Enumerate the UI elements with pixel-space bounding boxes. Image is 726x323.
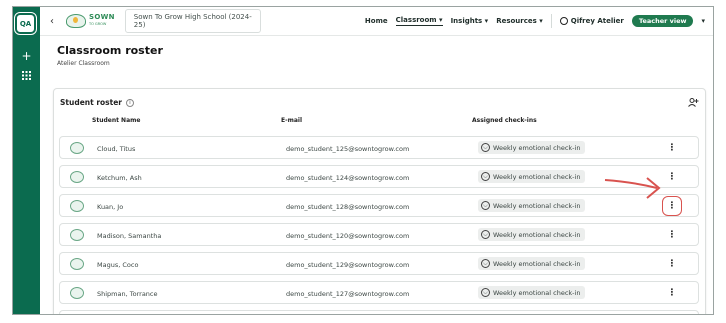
row-menu-kebab-icon[interactable]: ⋮ [666, 229, 678, 241]
roster-heading: Student roster i [60, 98, 135, 107]
student-email: demo_student_120@sowntogrow.com [286, 232, 410, 240]
column-header-email: E-mail [281, 117, 303, 124]
student-avatar [70, 258, 84, 270]
student-email: demo_student_125@sowntogrow.com [286, 145, 410, 153]
student-name: Cloud, Titus [97, 145, 136, 153]
add-group-icon[interactable] [688, 98, 699, 109]
top-navigation: ‹ SOWN TO GROW Sown To Grow High School … [40, 7, 713, 36]
back-chevron-icon[interactable]: ‹ [40, 16, 64, 27]
column-header-name: Student Name [92, 117, 141, 124]
checkin-chip[interactable]: ◡ Weekly emotional check-in [478, 286, 586, 299]
user-icon [559, 17, 568, 25]
checkin-label: Weekly emotional check-in [493, 143, 581, 152]
smiley-icon: ◡ [481, 172, 490, 181]
smiley-icon: ◡ [481, 259, 490, 268]
row-menu-kebab-icon[interactable]: ⋮ [666, 287, 678, 299]
page-subtitle: Atelier Classroom [57, 60, 110, 67]
student-name: Madison, Samantha [97, 232, 162, 240]
smiley-icon: ◡ [481, 201, 490, 210]
checkin-label: Weekly emotional check-in [493, 172, 581, 181]
logo-icon [66, 14, 86, 28]
main-nav: Home Classroom ▾ Insights ▾ Resources ▾ … [365, 14, 713, 28]
app-window: QA + ‹ SOWN TO GROW Sown To Grow High Sc… [12, 6, 714, 315]
user-name: Qifrey Atelier [570, 17, 624, 25]
checkin-label: Weekly emotional check-in [493, 259, 581, 268]
checkin-chip[interactable]: ◡ Weekly emotional check-in [478, 199, 586, 212]
student-avatar [70, 287, 84, 299]
student-avatar [70, 142, 84, 154]
row-menu-kebab-icon[interactable]: ⋮ [666, 142, 678, 154]
nav-insights[interactable]: Insights ▾ [451, 17, 489, 25]
student-email: demo_student_128@sowntogrow.com [286, 203, 410, 211]
nav-home[interactable]: Home [365, 17, 388, 25]
checkin-label: Weekly emotional check-in [493, 230, 581, 239]
student-email: demo_student_127@sowntogrow.com [286, 290, 410, 298]
checkin-label: Weekly emotional check-in [493, 288, 581, 297]
nav-resources[interactable]: Resources ▾ [496, 17, 543, 25]
nav-classroom[interactable]: Classroom ▾ [395, 16, 443, 26]
column-header-checkins: Assigned check-ins [472, 117, 537, 124]
student-name: Ketchum, Ash [97, 174, 142, 182]
row-menu-kebab-icon[interactable]: ⋮ [666, 171, 678, 183]
user-menu[interactable]: Qifrey Atelier [559, 17, 624, 25]
student-name: Shipman, Torrance [97, 290, 158, 298]
grid-icon[interactable] [19, 68, 34, 83]
table-row-partial[interactable] [59, 310, 699, 314]
checkin-label: Weekly emotional check-in [493, 201, 581, 210]
table-row[interactable]: Shipman, Torrance demo_student_127@sownt… [59, 281, 699, 304]
student-name: Magus, Coco [97, 261, 139, 269]
plus-icon[interactable]: + [19, 48, 34, 63]
smiley-icon: ◡ [481, 288, 490, 297]
student-email: demo_student_124@sowntogrow.com [286, 174, 410, 182]
student-avatar [70, 229, 84, 241]
student-avatar [70, 200, 84, 212]
smiley-icon: ◡ [481, 143, 490, 152]
chevron-down-icon[interactable]: ▾ [701, 17, 705, 25]
org-avatar[interactable]: QA [14, 12, 37, 35]
left-rail: QA + [13, 7, 40, 314]
roster-heading-text: Student roster [60, 98, 123, 107]
smiley-icon: ◡ [481, 230, 490, 239]
checkin-chip[interactable]: ◡ Weekly emotional check-in [478, 257, 586, 270]
student-avatar [70, 171, 84, 183]
nav-divider [550, 14, 552, 28]
checkin-chip[interactable]: ◡ Weekly emotional check-in [478, 141, 586, 154]
student-name: Kuan, Jo [97, 203, 124, 211]
page-title: Classroom roster [57, 44, 163, 57]
row-menu-kebab-icon-highlighted[interactable]: ⋮ [662, 196, 682, 216]
table-row[interactable]: Magus, Coco demo_student_129@sowntogrow.… [59, 252, 699, 275]
info-icon[interactable]: i [126, 98, 135, 107]
logo-main-text: SOWN [89, 13, 115, 21]
school-selector[interactable]: Sown To Grow High School (2024-25) [124, 9, 261, 33]
sown-to-grow-logo[interactable]: SOWN TO GROW [66, 14, 115, 28]
table-row[interactable]: Cloud, Titus demo_student_125@sowntogrow… [59, 136, 699, 159]
checkin-chip[interactable]: ◡ Weekly emotional check-in [478, 228, 586, 241]
logo-sub-text: TO GROW [89, 22, 107, 26]
annotation-arrow-icon [604, 177, 661, 199]
student-email: demo_student_129@sowntogrow.com [286, 261, 410, 269]
teacher-view-button[interactable]: Teacher view [631, 15, 694, 27]
row-menu-kebab-icon[interactable]: ⋮ [666, 258, 678, 270]
checkin-chip[interactable]: ◡ Weekly emotional check-in [478, 170, 586, 183]
table-row[interactable]: Madison, Samantha demo_student_120@sownt… [59, 223, 699, 246]
